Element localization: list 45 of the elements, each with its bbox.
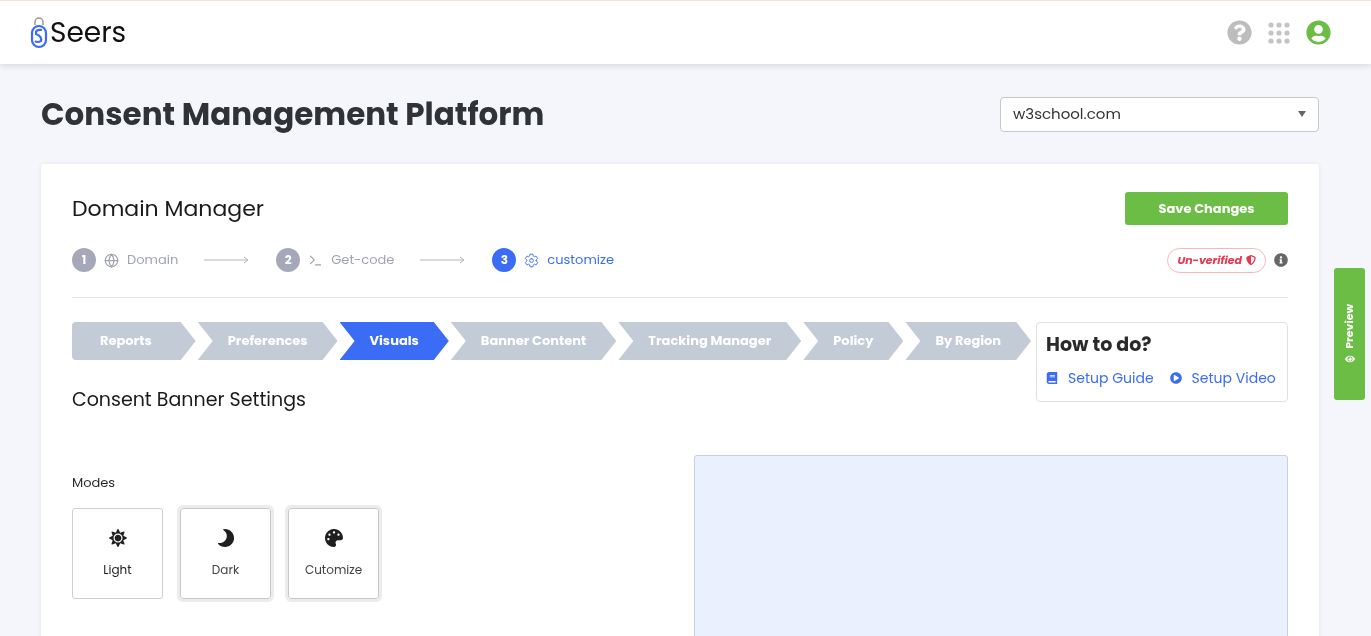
card-title: Domain Manager (72, 192, 265, 225)
step-label: Get-code (331, 250, 395, 270)
domain-select[interactable]: w3school.com (1000, 96, 1319, 132)
info-icon[interactable] (1274, 253, 1288, 267)
tab[interactable]: Tracking Manager (618, 322, 802, 360)
step-number[interactable]: 1 (72, 248, 96, 272)
moon-icon (216, 528, 235, 547)
step-label: Domain (127, 250, 179, 270)
user-avatar-icon[interactable] (1306, 20, 1331, 45)
eye-icon (1344, 354, 1355, 365)
modes-label: Modes (72, 472, 117, 492)
gear-icon (524, 252, 540, 268)
tab[interactable]: Visuals (339, 322, 449, 360)
arrow-icon (204, 256, 251, 264)
logo-icon (30, 16, 48, 49)
shield-icon (1246, 255, 1256, 265)
tab[interactable]: Preferences (197, 322, 338, 360)
section-title: Consent Banner Settings (72, 386, 307, 415)
play-icon (1169, 372, 1182, 384)
tab[interactable]: Banner Content (450, 322, 617, 360)
book-icon (1046, 372, 1058, 384)
terminal-icon (308, 252, 324, 268)
save-changes-button[interactable]: Save Changes (1125, 192, 1288, 225)
how-to-title: How to do? (1046, 331, 1153, 360)
sun-icon (108, 528, 127, 547)
tab[interactable]: Policy (803, 322, 904, 360)
help-link[interactable]: Setup Guide (1046, 367, 1154, 389)
apps-grid-icon[interactable] (1268, 21, 1290, 44)
step-number[interactable]: 2 (276, 248, 301, 272)
caret-icon (1298, 111, 1306, 117)
step-label: customize (547, 250, 614, 270)
mode-option[interactable]: Light (72, 508, 163, 599)
preview-tab[interactable]: Preview (1334, 268, 1365, 400)
arrow-icon (420, 256, 467, 264)
tab[interactable]: By Region (905, 322, 1032, 360)
help-link[interactable]: Setup Video (1169, 367, 1276, 389)
mode-option[interactable]: Dark (180, 508, 271, 599)
logo-text: Seers (50, 18, 127, 47)
globe-icon (104, 252, 119, 268)
tab[interactable]: Reports (72, 322, 196, 360)
palette-icon (324, 528, 343, 547)
step-number[interactable]: 3 (492, 248, 517, 272)
mode-option[interactable]: Cutomize (288, 508, 379, 599)
page-title: Consent Management Platform (41, 90, 545, 138)
help-icon[interactable] (1227, 20, 1252, 45)
